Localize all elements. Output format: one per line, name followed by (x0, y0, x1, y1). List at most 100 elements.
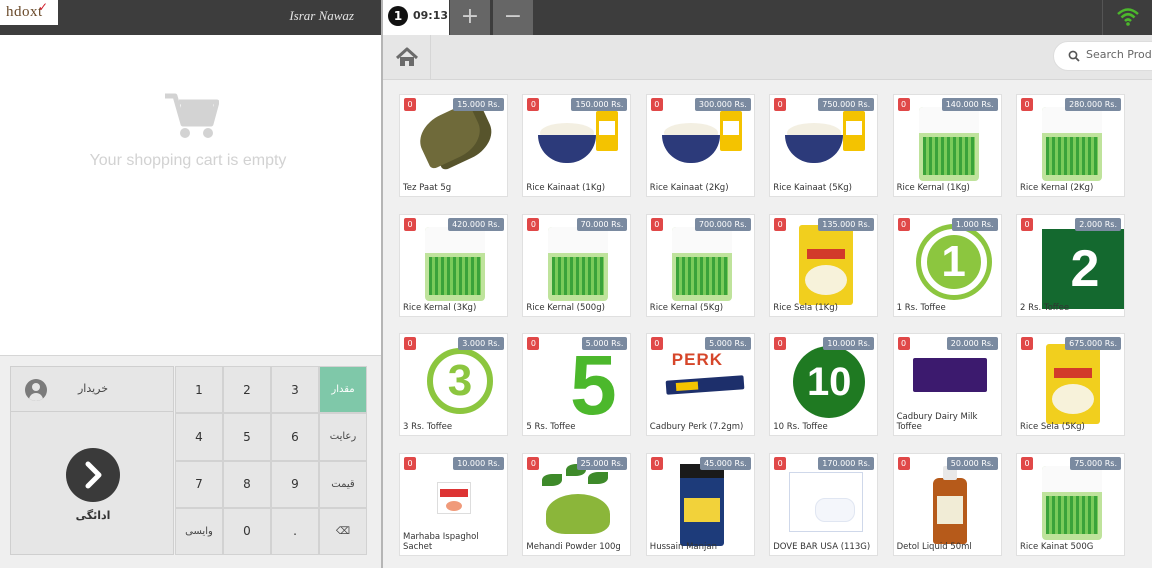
product-card[interactable]: 0 25.000 Rs. Mehandi Powder 100g (522, 452, 632, 556)
mode-key[interactable]: قیمت (319, 460, 367, 508)
digit-key[interactable]: 7 (175, 460, 223, 508)
product-card[interactable]: PERK 0 5.000 Rs. Cadbury Perk (7.2gm) (645, 333, 755, 436)
digit-key[interactable]: 5 (223, 413, 271, 461)
search-box[interactable] (1053, 41, 1152, 71)
product-card[interactable]: 0 750.000 Rs. Rice Kainaat (5Kg) (769, 94, 879, 197)
rice-bag-image (1032, 105, 1112, 181)
quantity-badge: 0 (650, 98, 663, 111)
mode-key[interactable]: وایسی (175, 507, 223, 555)
price-badge: 280.000 Rs. (1065, 98, 1121, 111)
quantity-badge: 0 (404, 217, 416, 231)
backspace-key[interactable]: ⌫ (319, 507, 367, 555)
wifi-status (1102, 0, 1152, 35)
chocolate-bar-image (909, 344, 989, 414)
quantity-badge: 0 (1021, 337, 1033, 350)
product-card[interactable]: 0 700.000 Rs. Rice Kernal (5Kg) (645, 213, 755, 317)
product-card[interactable]: 0 420.000 Rs. Rice Kernal (3Kg) (399, 213, 508, 317)
digit-key[interactable]: 0 (223, 507, 271, 555)
product-card[interactable]: 0 170.000 Rs. DOVE BAR USA (113G) (769, 452, 879, 556)
product-card[interactable]: 0 70.000 Rs. Rice Kernal (500g) (522, 213, 632, 317)
remove-order-button[interactable]: − (493, 0, 533, 35)
home-button[interactable] (383, 35, 431, 80)
company-logo: hdoxt ✓ (0, 0, 58, 25)
digit-key[interactable]: 9 (271, 460, 319, 508)
product-card[interactable]: 0 280.000 Rs. Rice Kernal (2Kg) (1016, 94, 1125, 197)
product-card[interactable]: 0 10.000 Rs. Marhaba Ispaghol Sachet (399, 452, 508, 556)
digit-key[interactable]: 8 (223, 460, 271, 508)
add-order-button[interactable]: + (450, 0, 490, 35)
action-pad: خریدار ادائگی 1 2 3 مقدار 4 5 6 رعایت 7 8 9 قیمت وای… (0, 355, 381, 568)
product-card[interactable]: 0 150.000 Rs. Rice Kainaat (1Kg) (522, 94, 632, 197)
quantity-badge: 0 (774, 337, 787, 350)
mehndi-image (538, 463, 618, 534)
product-card[interactable]: 0 20.000 Rs. Cadbury Dairy Milk Toffee (892, 333, 1002, 436)
product-name: Rice Kernal (500g) (526, 302, 605, 313)
product-name: Tez Paat 5g (403, 183, 452, 193)
shopping-cart: Your shopping cart is empty (0, 35, 381, 355)
product-card[interactable]: 0 50.000 Rs. Detol Liquid 50ml (892, 452, 1002, 556)
search-input[interactable] (1086, 48, 1152, 61)
product-name: Marhaba Ispaghol Sachet (403, 531, 479, 552)
chevron-right-icon (66, 448, 120, 502)
digit-key[interactable]: . (271, 507, 319, 555)
digit-key[interactable]: 3 (271, 366, 319, 414)
product-card[interactable]: 0 45.000 Rs. Hussain Manjan (645, 452, 755, 556)
jar-image (662, 463, 742, 546)
product-name: 2 Rs. Toffee (1020, 302, 1070, 313)
wifi-icon (1117, 8, 1139, 26)
product-card[interactable]: 0 135.000 Rs. Rice Sela (1Kg) (769, 213, 879, 317)
product-name: 5 Rs. Toffee (526, 422, 576, 432)
order-tab[interactable]: 1 09:13 (383, 0, 449, 35)
product-card[interactable]: 0 675.000 Rs. Rice Sela (5Kg) (1016, 333, 1125, 436)
rice-bag-image (661, 224, 742, 301)
customer-label: خریدار (77, 382, 109, 395)
quantity-badge: 0 (1021, 98, 1033, 111)
bay-leaves-image (415, 105, 495, 175)
product-name: Mehandi Powder 100g (526, 541, 621, 552)
price-badge: 5.000 Rs. (581, 337, 628, 350)
product-card[interactable]: 2 0 2.000 Rs. 2 Rs. Toffee (1016, 213, 1125, 317)
price-badge: 10.000 Rs. (823, 337, 875, 350)
quantity-badge: 0 (650, 217, 663, 231)
digit-key[interactable]: 4 (175, 413, 223, 461)
product-grid: 0 15.000 Rs. Tez Paat 5g 0 150.000 Rs. Rice K… (383, 80, 1152, 568)
product-card[interactable]: 0 75.000 Rs. Rice Kainat 500G (1016, 452, 1125, 556)
price-badge: 700.000 Rs. (694, 217, 751, 231)
product-name: Detol Liquid 50ml (896, 541, 972, 552)
product-card[interactable]: 10 0 10.000 Rs. 10 Rs. Toffee (769, 333, 879, 436)
price-badge: 25.000 Rs. (576, 456, 628, 470)
quantity-badge: 0 (774, 217, 787, 231)
search-icon (1068, 50, 1080, 62)
soap-image (785, 464, 865, 534)
product-name: Cadbury Dairy Milk Toffee (896, 412, 978, 432)
price-badge: 20.000 Rs. (946, 337, 998, 350)
price-badge: 1.000 Rs. (951, 217, 998, 231)
price-badge: 70.000 Rs. (576, 217, 628, 231)
quantity-badge: 0 (897, 456, 910, 470)
user-name[interactable]: Israr Nawaz (289, 8, 354, 24)
logo-mark-icon: ✓ (38, 0, 49, 14)
mode-key[interactable]: رعایت (319, 413, 367, 461)
product-card[interactable]: 5 0 5.000 Rs. 5 Rs. Toffee (522, 333, 632, 436)
mode-key[interactable]: مقدار (319, 366, 367, 414)
rice-bag-image (1032, 463, 1112, 540)
order-panel: hdoxt ✓ Israr Nawaz Your shopping cart i… (0, 0, 381, 568)
product-card[interactable]: 0 15.000 Rs. Tez Paat 5g (399, 94, 508, 197)
product-card[interactable]: 0 300.000 Rs. Rice Kainaat (2Kg) (645, 94, 755, 197)
customer-button[interactable]: خریدار (10, 366, 174, 412)
digit-key[interactable]: 6 (271, 413, 319, 461)
product-card[interactable]: 1 0 1.000 Rs. 1 Rs. Toffee (892, 213, 1002, 317)
digit-key[interactable]: 1 (175, 366, 223, 414)
price-badge: 135.000 Rs. (818, 217, 875, 231)
quantity-badge: 0 (404, 337, 416, 350)
shopping-cart-icon (165, 93, 219, 138)
quantity-badge: 0 (774, 98, 787, 111)
rice-bag-image (538, 224, 619, 301)
product-card[interactable]: 3 0 3.000 Rs. 3 Rs. Toffee (399, 333, 508, 436)
product-card[interactable]: 0 140.000 Rs. Rice Kernal (1Kg) (892, 94, 1002, 197)
toffee-image: 10 (785, 344, 866, 418)
payment-button[interactable]: ادائگی (10, 412, 174, 555)
quantity-badge: 0 (527, 456, 540, 470)
toffee-image: 2 (1032, 225, 1124, 309)
digit-key[interactable]: 2 (223, 366, 271, 414)
